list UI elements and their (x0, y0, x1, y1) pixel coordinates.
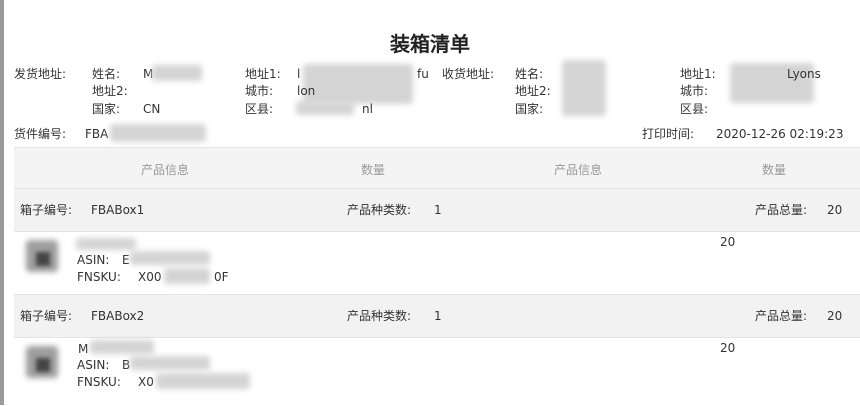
sender-city-label: 城市: (245, 84, 274, 98)
receiver-address-label: 收货地址: (442, 67, 495, 81)
box-id-label: 箱子编号: (20, 309, 73, 323)
sender-country-label: 国家: (92, 102, 121, 116)
item-quantity: 20 (720, 235, 736, 249)
header-quantity: 数量 (361, 163, 386, 177)
receiver-district-label: 区县: (680, 102, 709, 116)
redacted-fnsku (156, 373, 250, 389)
asin-label: ASIN: (77, 358, 110, 372)
page-title: 装箱清单 (390, 32, 470, 56)
window-left-edge (0, 0, 4, 405)
receiver-country-label: 国家: (515, 102, 544, 116)
asin-label: ASIN: (77, 253, 110, 267)
sender-district-value: nl (362, 102, 373, 116)
shipment-id-value: FBA (85, 127, 109, 141)
receiver-address1-label: 地址1: (680, 67, 716, 81)
product-thumbnail (22, 344, 62, 384)
redacted-sender-address (303, 64, 413, 104)
header-quantity-2: 数量 (762, 163, 787, 177)
sender-address-label: 发货地址: (14, 67, 67, 81)
shipment-id-label: 货件编号: (14, 127, 67, 141)
item-row: ASIN: E FNSKU: X00 0F 20 (14, 232, 860, 294)
table-header: 产品信息 数量 产品信息 数量 (14, 148, 860, 188)
asin-value: B (122, 358, 131, 372)
packing-table: 产品信息 数量 产品信息 数量 箱子编号: FBABox1 产品种类数: 1 产… (14, 147, 860, 406)
fnsku-label: FNSKU: (77, 270, 121, 284)
fnsku-label: FNSKU: (77, 375, 121, 389)
item-row: M ASIN: B FNSKU: X0 20 (14, 338, 860, 400)
redacted-sender-district (296, 101, 354, 115)
product-total-value: 20 (827, 309, 843, 323)
redacted-asin (130, 251, 210, 265)
sender-name-label: 姓名: (92, 67, 121, 81)
sender-address1-tail: fu (417, 67, 429, 81)
redacted-asin (130, 356, 210, 370)
redacted-fnsku (164, 268, 210, 284)
box-id-label: 箱子编号: (20, 203, 73, 217)
receiver-address2-label: 地址2: (515, 84, 551, 98)
product-total-label: 产品总量: (755, 309, 808, 323)
print-time-label: 打印时间: (642, 127, 695, 141)
sender-district-label: 区县: (245, 102, 274, 116)
product-types-label: 产品种类数: (347, 203, 412, 217)
sender-country-value: CN (143, 102, 161, 116)
asin-value: E (122, 253, 130, 267)
sender-address2-label: 地址2: (92, 84, 128, 98)
box-row: 箱子编号: FBABox1 产品种类数: 1 产品总量: 20 (14, 188, 860, 232)
redacted-product-name (90, 340, 154, 354)
box-id-value: FBABox2 (91, 309, 145, 323)
receiver-address1-value: Lyons (787, 67, 821, 81)
sender-address1-value: l (297, 67, 301, 81)
product-total-label: 产品总量: (755, 203, 808, 217)
product-types-value: 1 (434, 309, 442, 323)
header-product-info: 产品信息 (141, 163, 190, 177)
sender-city-value: lon (297, 84, 316, 98)
product-total-value: 20 (827, 203, 843, 217)
redacted-receiver-name (562, 60, 606, 116)
header-product-info-2: 产品信息 (554, 163, 603, 177)
box-row: 箱子编号: FBABox2 产品种类数: 1 产品总量: 20 (14, 294, 860, 338)
redacted-sender-name (152, 65, 202, 81)
box-id-value: FBABox1 (91, 203, 145, 217)
sender-address1-label: 地址1: (245, 67, 281, 81)
redacted-shipment-id (110, 124, 206, 142)
product-types-label: 产品种类数: (347, 309, 412, 323)
item-quantity: 20 (720, 341, 736, 355)
fnsku-tail: 0F (214, 270, 229, 284)
redacted-product-name (76, 238, 136, 250)
fnsku-value: X00 (138, 270, 162, 284)
product-thumbnail (22, 238, 62, 278)
product-name-value: M (78, 342, 89, 356)
receiver-name-label: 姓名: (515, 67, 544, 81)
print-time-value: 2020-12-26 02:19:23 (716, 127, 844, 141)
receiver-city-label: 城市: (680, 84, 709, 98)
product-types-value: 1 (434, 203, 442, 217)
fnsku-value: X0 (138, 375, 154, 389)
